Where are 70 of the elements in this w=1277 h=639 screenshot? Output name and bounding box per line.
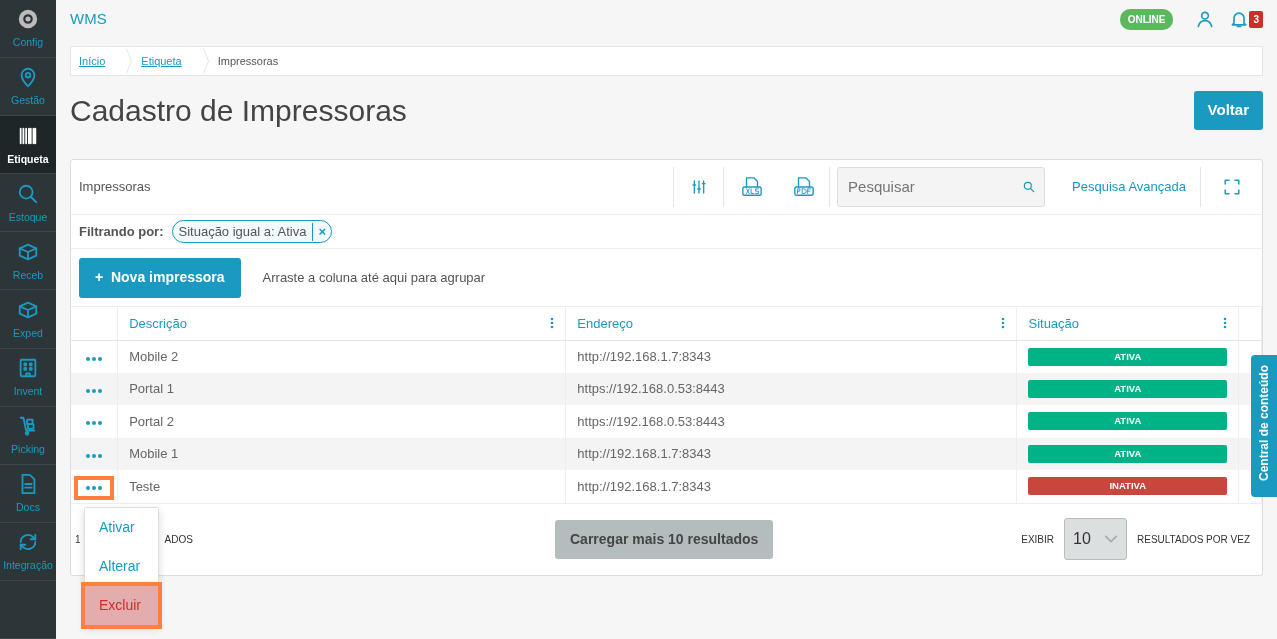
column-menu-icon xyxy=(1223,317,1227,330)
column-menu-icon xyxy=(550,317,555,330)
result-count-text: 1 xyxy=(75,532,81,547)
status-badge: ATIVA xyxy=(1028,379,1227,398)
content-center-tab[interactable]: Central de conteúdo xyxy=(1251,355,1277,497)
page-size-select[interactable]: 10 xyxy=(1064,518,1127,560)
table-cell: Mobile 2 xyxy=(129,348,179,364)
sidebar-item[interactable]: Etiqueta xyxy=(0,116,56,175)
notification-count: 3 xyxy=(1249,10,1263,28)
new-printer-button[interactable]: + Nova impressora xyxy=(79,257,241,298)
page-size-label: EXIBIR xyxy=(1021,532,1054,547)
pdf-file-button[interactable] xyxy=(793,176,816,198)
search-icon xyxy=(1022,180,1037,194)
remove-filter-button[interactable]: × xyxy=(312,222,331,241)
logo-icon xyxy=(17,8,39,31)
status-badge: ATIVA xyxy=(1028,444,1227,463)
status-badge: ONLINE xyxy=(1119,8,1174,30)
table-cell: Teste xyxy=(129,478,161,494)
group-hint: Arraste a coluna até aqui para agrupar xyxy=(262,268,486,287)
table-cell: Mobile 1 xyxy=(129,446,179,461)
xls-file-icon xyxy=(740,176,763,198)
table-cell: Portal 2 xyxy=(129,413,174,429)
sidebar-item[interactable]: Integração xyxy=(0,522,56,581)
table-cell: http://192.168.1.7:8343 xyxy=(577,478,712,494)
table-cell: http://192.168.1.7:8343 xyxy=(577,348,712,364)
result-count-text: ADOS xyxy=(164,532,193,547)
table-cell: https://192.168.0.53:8443 xyxy=(577,381,725,396)
back-button[interactable]: Voltar xyxy=(1193,91,1263,130)
search-field[interactable]: Pesquisar xyxy=(837,167,1046,207)
status-badge: INATIVA xyxy=(1028,477,1227,496)
load-more-button[interactable]: Carregar mais 10 resultados xyxy=(555,519,774,559)
breadcrumb-link[interactable]: Início xyxy=(79,52,116,70)
status-badge: ATIVA xyxy=(1028,347,1227,366)
sidebar-item[interactable]: Receb xyxy=(0,232,56,291)
sidebar-item[interactable]: Picking xyxy=(0,406,56,465)
sidebar-item[interactable]: Docs xyxy=(0,464,56,523)
sidebar-item[interactable]: Exped xyxy=(0,290,56,349)
xls-file-button[interactable] xyxy=(740,176,763,198)
search-icon xyxy=(17,182,39,205)
table-cell: https://192.168.0.53:8443 xyxy=(577,413,725,429)
chip-label: Situação igual a: Ativa xyxy=(177,222,308,241)
table-cell: Portal 1 xyxy=(129,381,174,396)
building-icon xyxy=(17,356,39,379)
menu-item[interactable]: Ativar xyxy=(85,508,158,547)
sidebar-item[interactable]: Config xyxy=(0,0,56,59)
more-icon xyxy=(86,453,103,458)
search-input[interactable]: Pesquisar xyxy=(846,174,1023,200)
notifications-button[interactable]: 3 xyxy=(1229,8,1263,30)
column-header: Situação xyxy=(1028,314,1080,333)
more-icon xyxy=(86,388,103,393)
sidebar-item[interactable]: Invent xyxy=(0,348,56,407)
table-cell: http://192.168.1.7:8343 xyxy=(577,446,712,461)
more-icon xyxy=(86,356,103,361)
breadcrumb-link[interactable]: Etiqueta xyxy=(141,52,192,70)
panel-title: Impressoras xyxy=(79,178,151,197)
app-title: WMS xyxy=(70,8,107,29)
pdf-file-icon xyxy=(793,176,816,198)
column-menu-icon xyxy=(1001,317,1006,330)
page-title: Cadastro de Impressoras xyxy=(70,92,407,129)
column-header: Endereço xyxy=(577,314,633,333)
sidebar-item[interactable]: Estoque xyxy=(0,174,56,233)
chevron-down-icon xyxy=(1104,534,1118,544)
breadcrumb-current: Impressoras xyxy=(217,53,280,69)
more-icon xyxy=(86,486,103,491)
column-header: Descrição xyxy=(129,314,187,333)
filter-label: Filtrando por: xyxy=(79,222,164,241)
status-badge: ATIVA xyxy=(1028,412,1227,431)
page-size-suffix: RESULTADOS POR VEZ xyxy=(1137,532,1250,547)
more-icon xyxy=(86,421,103,426)
advanced-search-link[interactable]: Pesquisa Avançada xyxy=(1072,177,1186,197)
